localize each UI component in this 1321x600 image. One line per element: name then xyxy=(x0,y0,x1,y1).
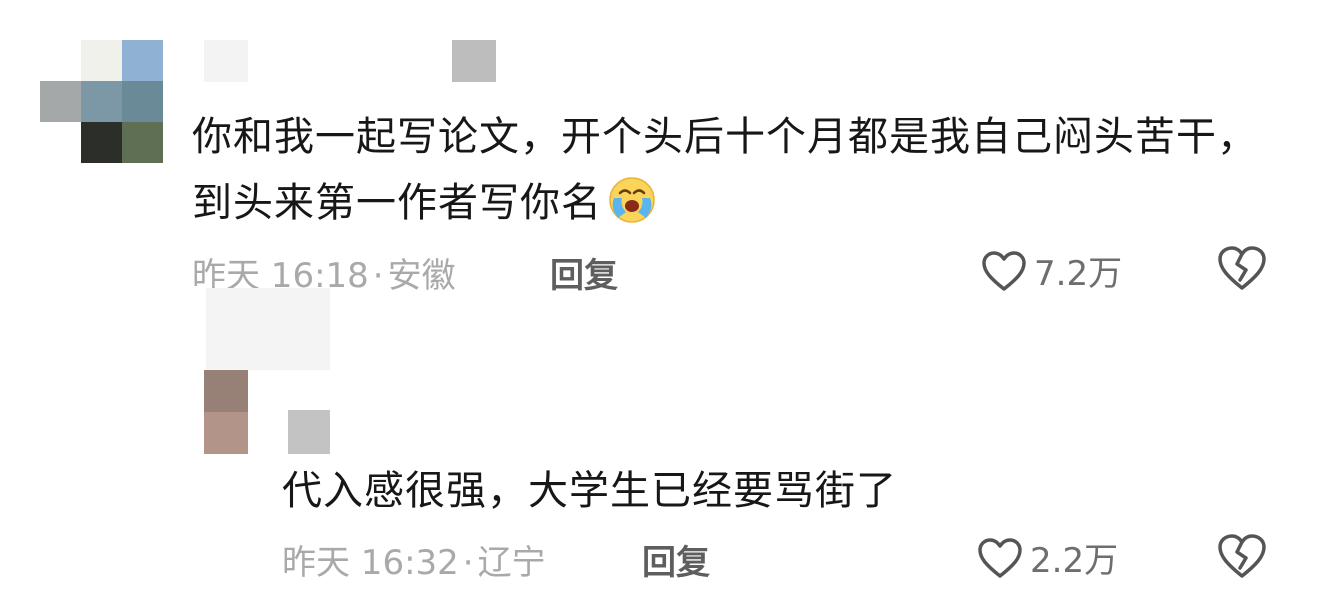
reply-button[interactable]: 回复 xyxy=(642,535,710,584)
like-count: 7.2万 xyxy=(1034,254,1123,294)
avatar[interactable] xyxy=(40,40,164,164)
heart-outline-icon xyxy=(978,537,1022,578)
reply-username[interactable] xyxy=(206,288,330,370)
comment-text: 你和我一起写论文，开个头后十个月都是我自己闷头苦干，到头来第一作者写你名 xyxy=(192,104,1272,236)
broken-heart-icon xyxy=(1218,534,1266,578)
location: 安徽 xyxy=(387,256,456,296)
reply-body: 代入感很强，大学生已经要骂街了 xyxy=(282,468,897,514)
like-count: 2.2万 xyxy=(1030,541,1119,581)
username[interactable] xyxy=(204,40,496,82)
crying-laugh-emoji-icon xyxy=(609,177,655,223)
dislike-button[interactable] xyxy=(1216,244,1268,296)
broken-heart-icon xyxy=(1218,246,1266,290)
reply-text: 代入感很强，大学生已经要骂街了 xyxy=(282,458,1242,524)
dislike-button[interactable] xyxy=(1216,532,1268,584)
reply-avatar[interactable] xyxy=(204,370,248,454)
reply-button[interactable]: 回复 xyxy=(550,248,618,297)
location: 辽宁 xyxy=(477,543,546,583)
heart-outline-icon xyxy=(982,250,1026,291)
comment-body: 你和我一起写论文，开个头后十个月都是我自己闷头苦干，到头来第一作者写你名 xyxy=(192,114,1258,226)
reply-username-tag[interactable] xyxy=(288,410,372,454)
like-button[interactable]: 7.2万 xyxy=(980,246,1122,295)
reply-meta: 昨天 16:32 · 辽宁 xyxy=(282,543,546,583)
like-button[interactable]: 2.2万 xyxy=(976,533,1118,582)
timestamp: 昨天 16:32 xyxy=(282,543,459,583)
